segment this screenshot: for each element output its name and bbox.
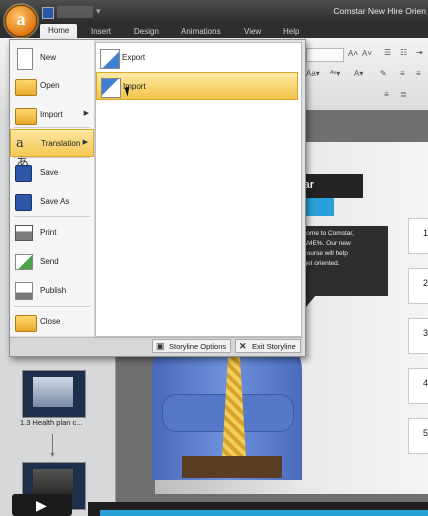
tab-design[interactable]: Design <box>134 27 159 36</box>
bullets-icon[interactable]: ☰ <box>384 48 391 57</box>
tab-home[interactable]: Home <box>40 24 78 38</box>
tab-animations[interactable]: Animations <box>181 27 221 36</box>
send-icon <box>15 254 33 270</box>
menu-item-translation[interactable]: aあ Translation ▶ <box>10 129 94 171</box>
app-logo-letter: a <box>16 9 26 29</box>
speech-line: u get oriented. <box>298 260 340 267</box>
quick-save-icon[interactable] <box>42 7 54 19</box>
menu-item-open[interactable]: Open <box>10 72 94 100</box>
menu-item-import[interactable]: Import ▶ <box>10 101 94 129</box>
close-folder-icon <box>15 315 37 332</box>
speech-bubble[interactable]: elcome to Comstar, NAME%. Our new e cour… <box>294 226 388 296</box>
menu-separator <box>14 306 90 307</box>
menu-item-save[interactable]: Save <box>10 159 94 187</box>
thumbnail-label: 1.3 Health plan c... <box>20 418 83 427</box>
speech-line: e course will help <box>298 250 348 257</box>
menu-item-save-as[interactable]: Save As <box>10 188 94 216</box>
font-color-icon[interactable]: A▾ <box>354 69 363 78</box>
menu-item-label: Send <box>40 257 59 266</box>
storyline-options-label: Storyline Options <box>169 342 227 351</box>
menu-item-label: Publish <box>40 286 67 295</box>
number-box-1[interactable]: 1 <box>408 218 428 254</box>
exit-storyline-label: Exit Storyline <box>252 342 296 351</box>
new-document-icon <box>17 48 33 70</box>
app-menu-button[interactable]: a <box>5 5 37 37</box>
menu-item-label: Save <box>40 168 59 177</box>
format-painter-icon[interactable]: ✎ <box>380 69 387 78</box>
number-box-2[interactable]: 2 <box>408 268 428 304</box>
customize-toolbar-icon[interactable]: ▾ <box>96 6 101 17</box>
font-size-dropdown[interactable] <box>306 48 344 62</box>
tab-help[interactable]: Help <box>283 27 299 36</box>
close-icon: ✕ <box>239 341 247 351</box>
character-spacing-icon[interactable]: ᴬᵛ▾ <box>330 69 340 78</box>
number-box-5[interactable]: 5 <box>408 418 428 454</box>
menu-item-print[interactable]: Print <box>10 219 94 247</box>
numbering-icon[interactable]: ☷ <box>400 48 407 57</box>
menu-separator <box>14 216 90 217</box>
title-bar: ▾ Comstar New Hire Orien <box>0 0 428 24</box>
submenu-arrow-icon: ▶ <box>82 139 88 146</box>
folder-open-icon <box>15 79 37 96</box>
play-button[interactable]: ▶ <box>12 494 72 516</box>
speech-line: elcome to Comstar, <box>298 230 354 237</box>
save-disk-icon <box>15 165 32 182</box>
submenu-item-export[interactable]: Export <box>96 44 298 72</box>
publish-icon <box>15 282 33 300</box>
exit-storyline-button[interactable]: ✕ Exit Storyline <box>235 339 301 353</box>
menu-separator <box>14 127 90 128</box>
number-box-4[interactable]: 4 <box>408 368 428 404</box>
storyline-options-button[interactable]: ▣ Storyline Options <box>152 339 232 353</box>
menu-item-close[interactable]: Close <box>10 308 94 336</box>
export-icon <box>100 49 120 69</box>
import-translation-icon <box>101 78 121 98</box>
menu-item-label: Print <box>40 228 57 237</box>
flow-arrow-icon: ▼ <box>49 452 56 459</box>
play-icon: ▶ <box>36 497 47 513</box>
highlight-color-icon[interactable]: Aa▾ <box>306 69 320 78</box>
shrink-font-icon[interactable]: A˅ <box>362 49 372 58</box>
tab-insert[interactable]: Insert <box>91 27 111 36</box>
justify-icon[interactable]: ≣ <box>400 90 407 99</box>
menu-item-label: New <box>40 53 57 62</box>
tab-view[interactable]: View <box>244 27 261 36</box>
align-left-icon[interactable]: ≡ <box>400 69 405 78</box>
menu-item-label: Open <box>40 81 60 90</box>
indent-icon[interactable]: ⇥ <box>416 48 423 57</box>
menu-item-label: Translation <box>41 139 81 148</box>
menu-item-send[interactable]: Send <box>10 248 94 276</box>
timeline-progress <box>100 510 428 516</box>
menu-item-label: Close <box>40 317 61 326</box>
submenu-arrow-icon: ▶ <box>83 110 89 117</box>
menu-separator <box>14 157 90 158</box>
grow-font-icon[interactable]: A˄ <box>348 49 358 58</box>
quick-access-toolbar[interactable] <box>57 6 93 18</box>
thumbnail-image <box>33 377 73 407</box>
options-icon: ▣ <box>156 341 165 351</box>
menu-item-publish[interactable]: Publish <box>10 277 94 305</box>
import-folder-icon <box>15 108 37 125</box>
character-belt <box>182 456 282 478</box>
menu-item-label: Import <box>40 110 63 119</box>
save-as-icon <box>15 194 32 211</box>
slide-thumbnail[interactable] <box>22 370 86 418</box>
ribbon-tabs: Home Insert Design Animations View Help <box>0 24 428 38</box>
number-box-3[interactable]: 3 <box>408 318 428 354</box>
submenu-item-label: Export <box>122 53 146 62</box>
translation-icon: aあ <box>16 136 30 171</box>
menu-item-new[interactable]: New <box>10 44 94 72</box>
printer-icon <box>15 225 33 241</box>
slide-banner: tar <box>298 174 363 198</box>
align-right-icon[interactable]: ≡ <box>384 90 389 99</box>
menu-item-label: Save As <box>40 197 70 206</box>
speech-line: NAME%. Our new <box>298 240 351 247</box>
window-title: Comstar New Hire Orien <box>333 6 426 16</box>
speech-tail <box>306 295 316 307</box>
align-center-icon[interactable]: ≡ <box>416 69 421 78</box>
